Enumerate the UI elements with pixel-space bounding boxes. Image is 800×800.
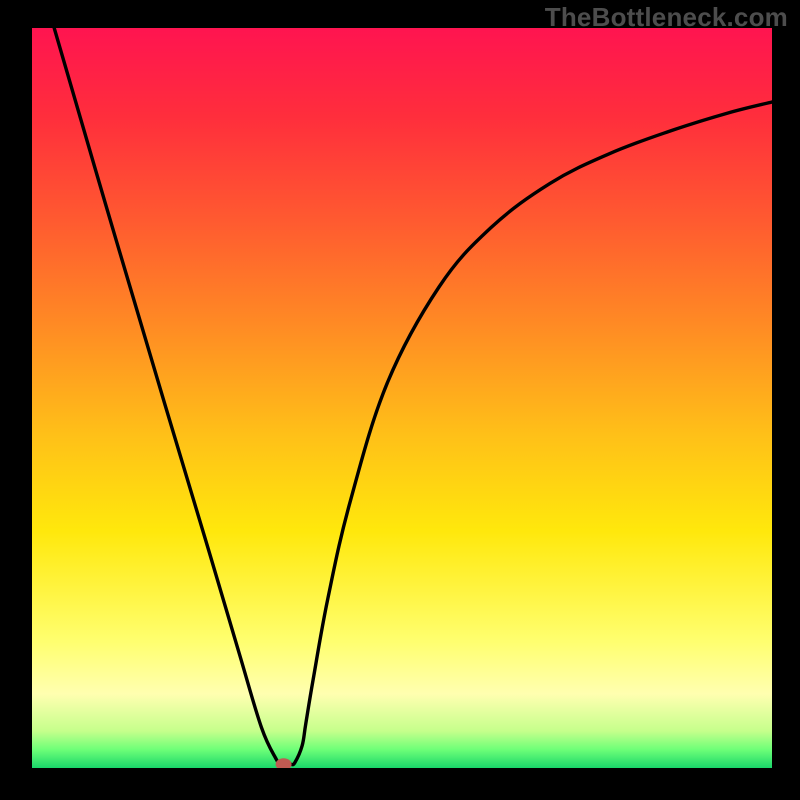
chart-frame: TheBottleneck.com [0, 0, 800, 800]
plot-svg [32, 28, 772, 768]
plot-area [32, 28, 772, 768]
gradient-background [32, 28, 772, 768]
watermark-label: TheBottleneck.com [545, 2, 788, 33]
